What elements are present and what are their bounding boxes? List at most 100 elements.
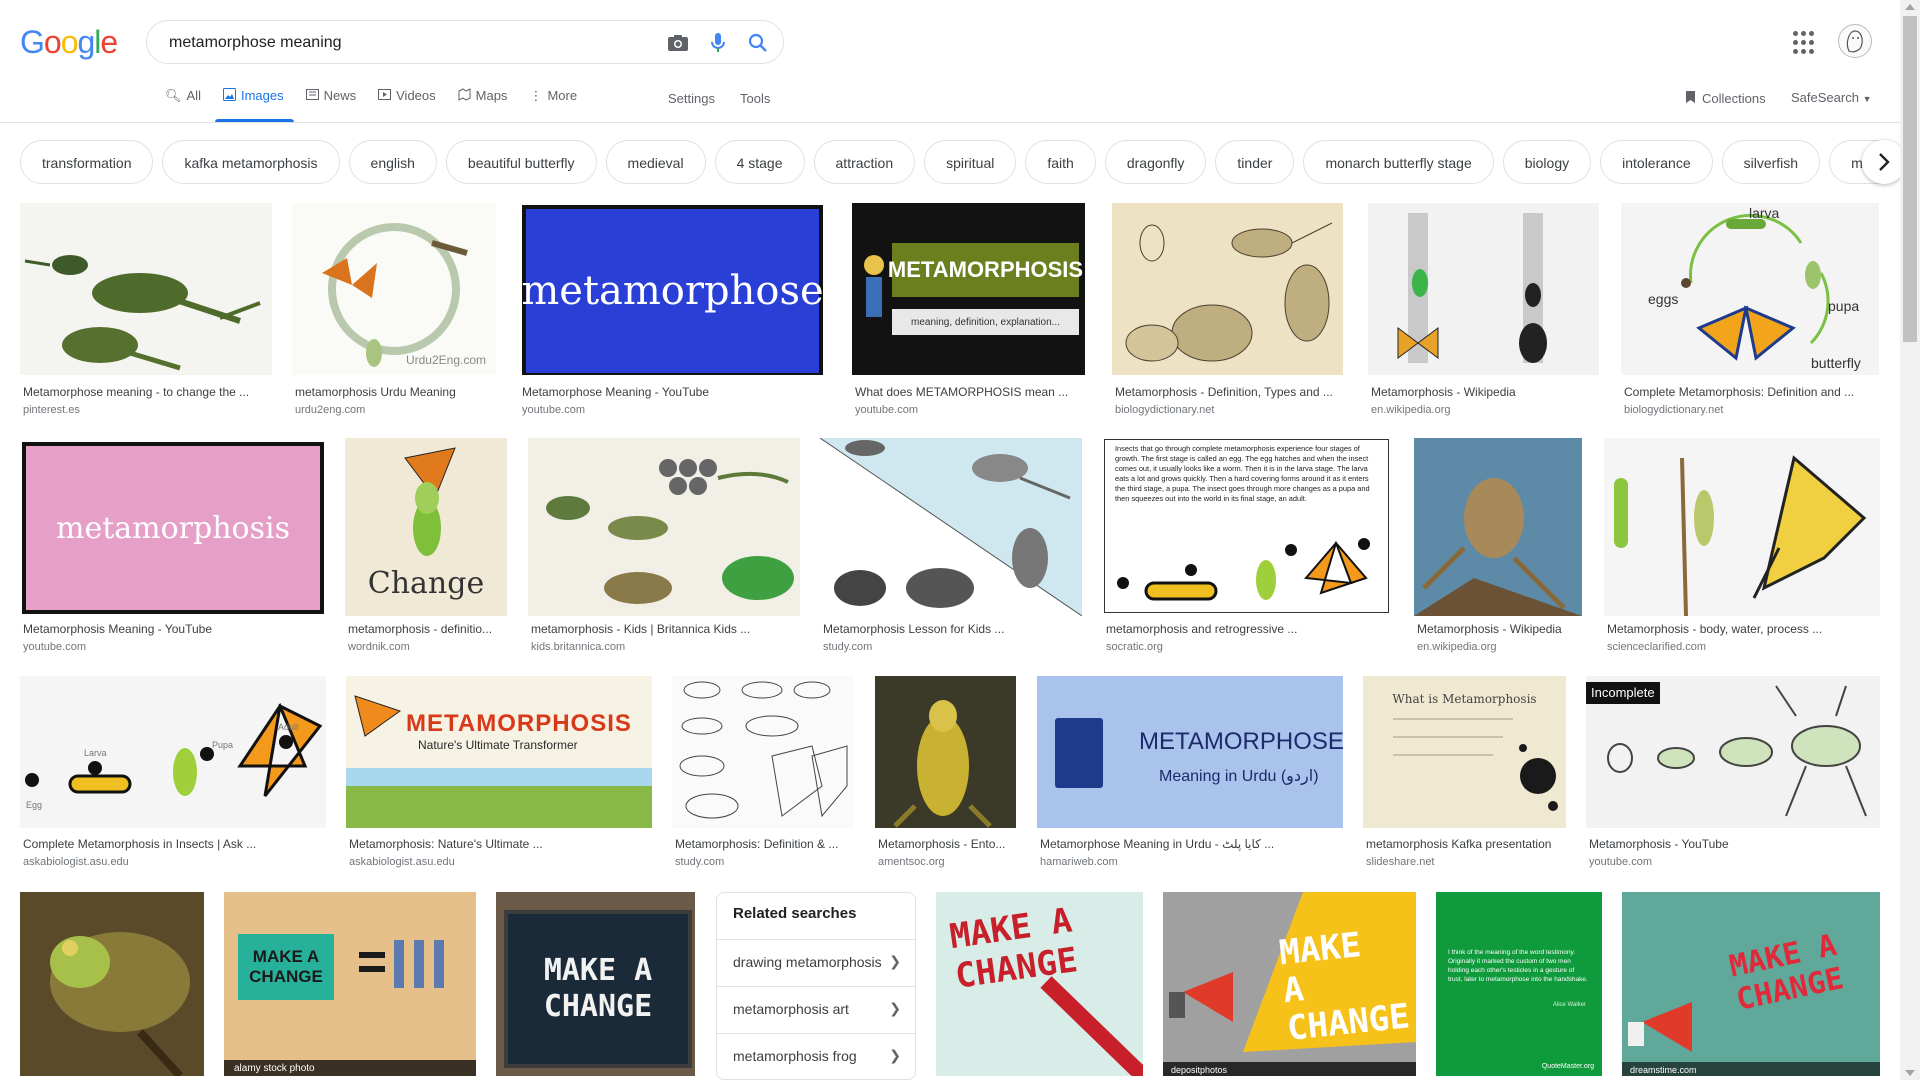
- chip[interactable]: medieval: [605, 140, 706, 184]
- chip[interactable]: intolerance: [1600, 140, 1713, 184]
- image-result[interactable]: MAKE A CHANGE dreamstime.com: [1622, 892, 1880, 1076]
- chip[interactable]: silverfish: [1721, 140, 1821, 184]
- image-result[interactable]: Incomplete Metamorphosis - YouTube youtu…: [1586, 676, 1880, 870]
- image-result[interactable]: Metamorphosis Lesson for Kids ... study.…: [820, 438, 1082, 658]
- image-result[interactable]: Metamorphosis - Definition, Types and ..…: [1112, 203, 1343, 418]
- image-result[interactable]: Urdu2Eng.com metamorphosis Urdu Meaning …: [292, 203, 496, 418]
- tab-label: Videos: [396, 88, 436, 103]
- watermark-text: QuoteMaster.org: [1541, 1063, 1594, 1070]
- result-title: Metamorphosis: Definition & ...: [675, 837, 839, 851]
- page-scrollbar[interactable]: [1900, 0, 1920, 1080]
- chip[interactable]: kafka metamorphosis: [162, 140, 340, 184]
- image-result[interactable]: MAKE A CHANGE depositphotos: [1163, 892, 1416, 1076]
- settings-link[interactable]: Settings: [668, 91, 715, 106]
- image-result[interactable]: metamorphosis - Kids | Britannica Kids .…: [528, 438, 800, 658]
- image-result[interactable]: [20, 892, 204, 1076]
- image-result[interactable]: METAMORPHOSE Meaning in Urdu (اردو) Meta…: [1037, 676, 1343, 870]
- image-icon: [222, 88, 236, 104]
- watermark-text: depositphotos: [1171, 1065, 1228, 1075]
- tools-link[interactable]: Tools: [740, 91, 770, 106]
- image-result[interactable]: MAKE A CHANGE alamy stock photo: [224, 892, 476, 1076]
- result-title: Complete Metamorphosis in Insects | Ask …: [23, 837, 257, 851]
- related-search-item[interactable]: metamorphosis frog ❯: [717, 1033, 915, 1080]
- related-search-item[interactable]: metamorphosis art ❯: [717, 986, 915, 1033]
- related-chips-bar: transformation kafka metamorphosis english…: [20, 140, 1880, 186]
- result-thumbnail: METAMORPHOSIS meaning, definition, expla…: [852, 203, 1085, 375]
- chip[interactable]: beautiful butterfly: [445, 140, 597, 184]
- image-result[interactable]: Metamorphosis - Wikipedia en.wikipedia.o…: [1414, 438, 1582, 658]
- diagram-label: Adult: [278, 722, 299, 732]
- result-site: study.com: [675, 856, 725, 868]
- avatar[interactable]: [1838, 24, 1872, 58]
- scroll-up-arrow-icon[interactable]: [1905, 4, 1915, 10]
- image-result[interactable]: METAMORPHOSIS meaning, definition, expla…: [852, 203, 1085, 418]
- result-thumbnail: [1112, 203, 1343, 375]
- camera-icon[interactable]: [665, 30, 691, 56]
- tab-news[interactable]: News: [305, 88, 356, 120]
- result-site: biologydictionary.net: [1624, 404, 1724, 416]
- image-result[interactable]: Metamorphosis - Ento... amentsoc.org: [875, 676, 1016, 870]
- image-result[interactable]: What is Metamorphosis metamorphosis Kafk…: [1363, 676, 1566, 870]
- image-result[interactable]: MAKE A CHANGE: [936, 892, 1143, 1076]
- scrollbar-thumb[interactable]: [1903, 16, 1917, 342]
- result-title: What does METAMORPHOSIS mean ...: [855, 385, 1069, 399]
- result-title: Metamorphosis - Ento...: [878, 837, 1006, 851]
- mic-icon[interactable]: [705, 30, 731, 56]
- result-title: Metamorphose meaning - to change the ...: [23, 385, 250, 399]
- image-result[interactable]: Metamorphose meaning - to change the ...…: [20, 203, 272, 418]
- thumb-text: I think of the meaning of the word testi…: [1448, 949, 1588, 983]
- tab-label: Images: [240, 88, 284, 103]
- result-thumbnail: [20, 203, 272, 375]
- result-thumbnail: MAKE A CHANGE depositphotos: [1163, 892, 1416, 1076]
- logo-letter: o: [43, 24, 62, 60]
- image-result[interactable]: Metamorphosis: Definition & ... study.co…: [672, 676, 854, 870]
- tab-all[interactable]: 🔍︎ All: [165, 88, 201, 120]
- search-icon[interactable]: [745, 30, 771, 56]
- diagram-label: larva: [1749, 205, 1780, 221]
- result-title: metamorphosis Kafka presentation: [1366, 837, 1552, 851]
- chip[interactable]: transformation: [20, 140, 154, 184]
- thumb-text: METAMORPHOSIS: [406, 710, 632, 737]
- chip[interactable]: english: [348, 140, 437, 184]
- result-title: Complete Metamorphosis: Definition and .…: [1624, 385, 1855, 399]
- scroll-down-arrow-icon[interactable]: [1905, 1070, 1915, 1076]
- safesearch-dropdown[interactable]: SafeSearch ▼: [1791, 90, 1871, 105]
- related-search-item[interactable]: drawing metamorphosis ❯: [717, 939, 915, 986]
- diagram-label: eggs: [1648, 291, 1679, 307]
- result-title: metamorphosis - Kids | Britannica Kids .…: [531, 622, 751, 636]
- chip[interactable]: attraction: [813, 140, 916, 184]
- image-result[interactable]: metamorphose Metamorphose Meaning - YouT…: [519, 203, 824, 418]
- image-result[interactable]: MAKE A CHANGE: [496, 892, 695, 1076]
- result-site: slideshare.net: [1366, 856, 1435, 868]
- image-result[interactable]: Metamorphosis - Wikipedia en.wikipedia.o…: [1368, 203, 1599, 418]
- image-result[interactable]: Insects that go through complete metamor…: [1103, 438, 1392, 658]
- search-input[interactable]: [167, 21, 621, 65]
- result-title: Metamorphosis: Nature's Ultimate ...: [349, 837, 543, 851]
- image-result[interactable]: larva eggs pupa butterfly Complete Metam…: [1621, 203, 1879, 418]
- google-logo[interactable]: Google: [20, 24, 118, 61]
- image-result[interactable]: Change metamorphosis - definitio... word…: [345, 438, 507, 658]
- caret-down-icon: ▼: [1862, 94, 1872, 104]
- tab-images[interactable]: Images: [215, 88, 294, 122]
- apps-grid-icon[interactable]: [1793, 31, 1817, 55]
- result-site: youtube.com: [1589, 856, 1652, 868]
- image-result[interactable]: METAMORPHOSIS Nature's Ultimate Transfor…: [346, 676, 652, 870]
- chip[interactable]: dragonfly: [1104, 140, 1207, 184]
- tab-more[interactable]: ⋮ More: [529, 88, 577, 120]
- image-result[interactable]: metamorphosis Metamorphosis Meaning - Yo…: [20, 438, 326, 658]
- collections-link[interactable]: Collections: [1685, 90, 1766, 107]
- image-result[interactable]: Egg Larva Pupa Adult Complete Metamorpho…: [20, 676, 326, 870]
- result-title: Metamorphosis - Wikipedia: [1371, 385, 1516, 399]
- chip[interactable]: monarch butterfly stage: [1303, 140, 1494, 184]
- tab-videos[interactable]: Videos: [378, 88, 436, 120]
- tab-maps[interactable]: Maps: [458, 88, 507, 120]
- chip[interactable]: 4 stage: [714, 140, 805, 184]
- chip[interactable]: spiritual: [924, 140, 1017, 184]
- chip[interactable]: tinder: [1215, 140, 1295, 184]
- chip[interactable]: faith: [1025, 140, 1096, 184]
- image-result[interactable]: I think of the meaning of the word testi…: [1436, 892, 1602, 1076]
- image-result[interactable]: Metamorphosis - body, water, process ...…: [1604, 438, 1880, 658]
- diagram-label: Egg: [26, 800, 43, 810]
- result-site: hamariweb.com: [1040, 856, 1118, 868]
- chip[interactable]: biology: [1502, 140, 1592, 184]
